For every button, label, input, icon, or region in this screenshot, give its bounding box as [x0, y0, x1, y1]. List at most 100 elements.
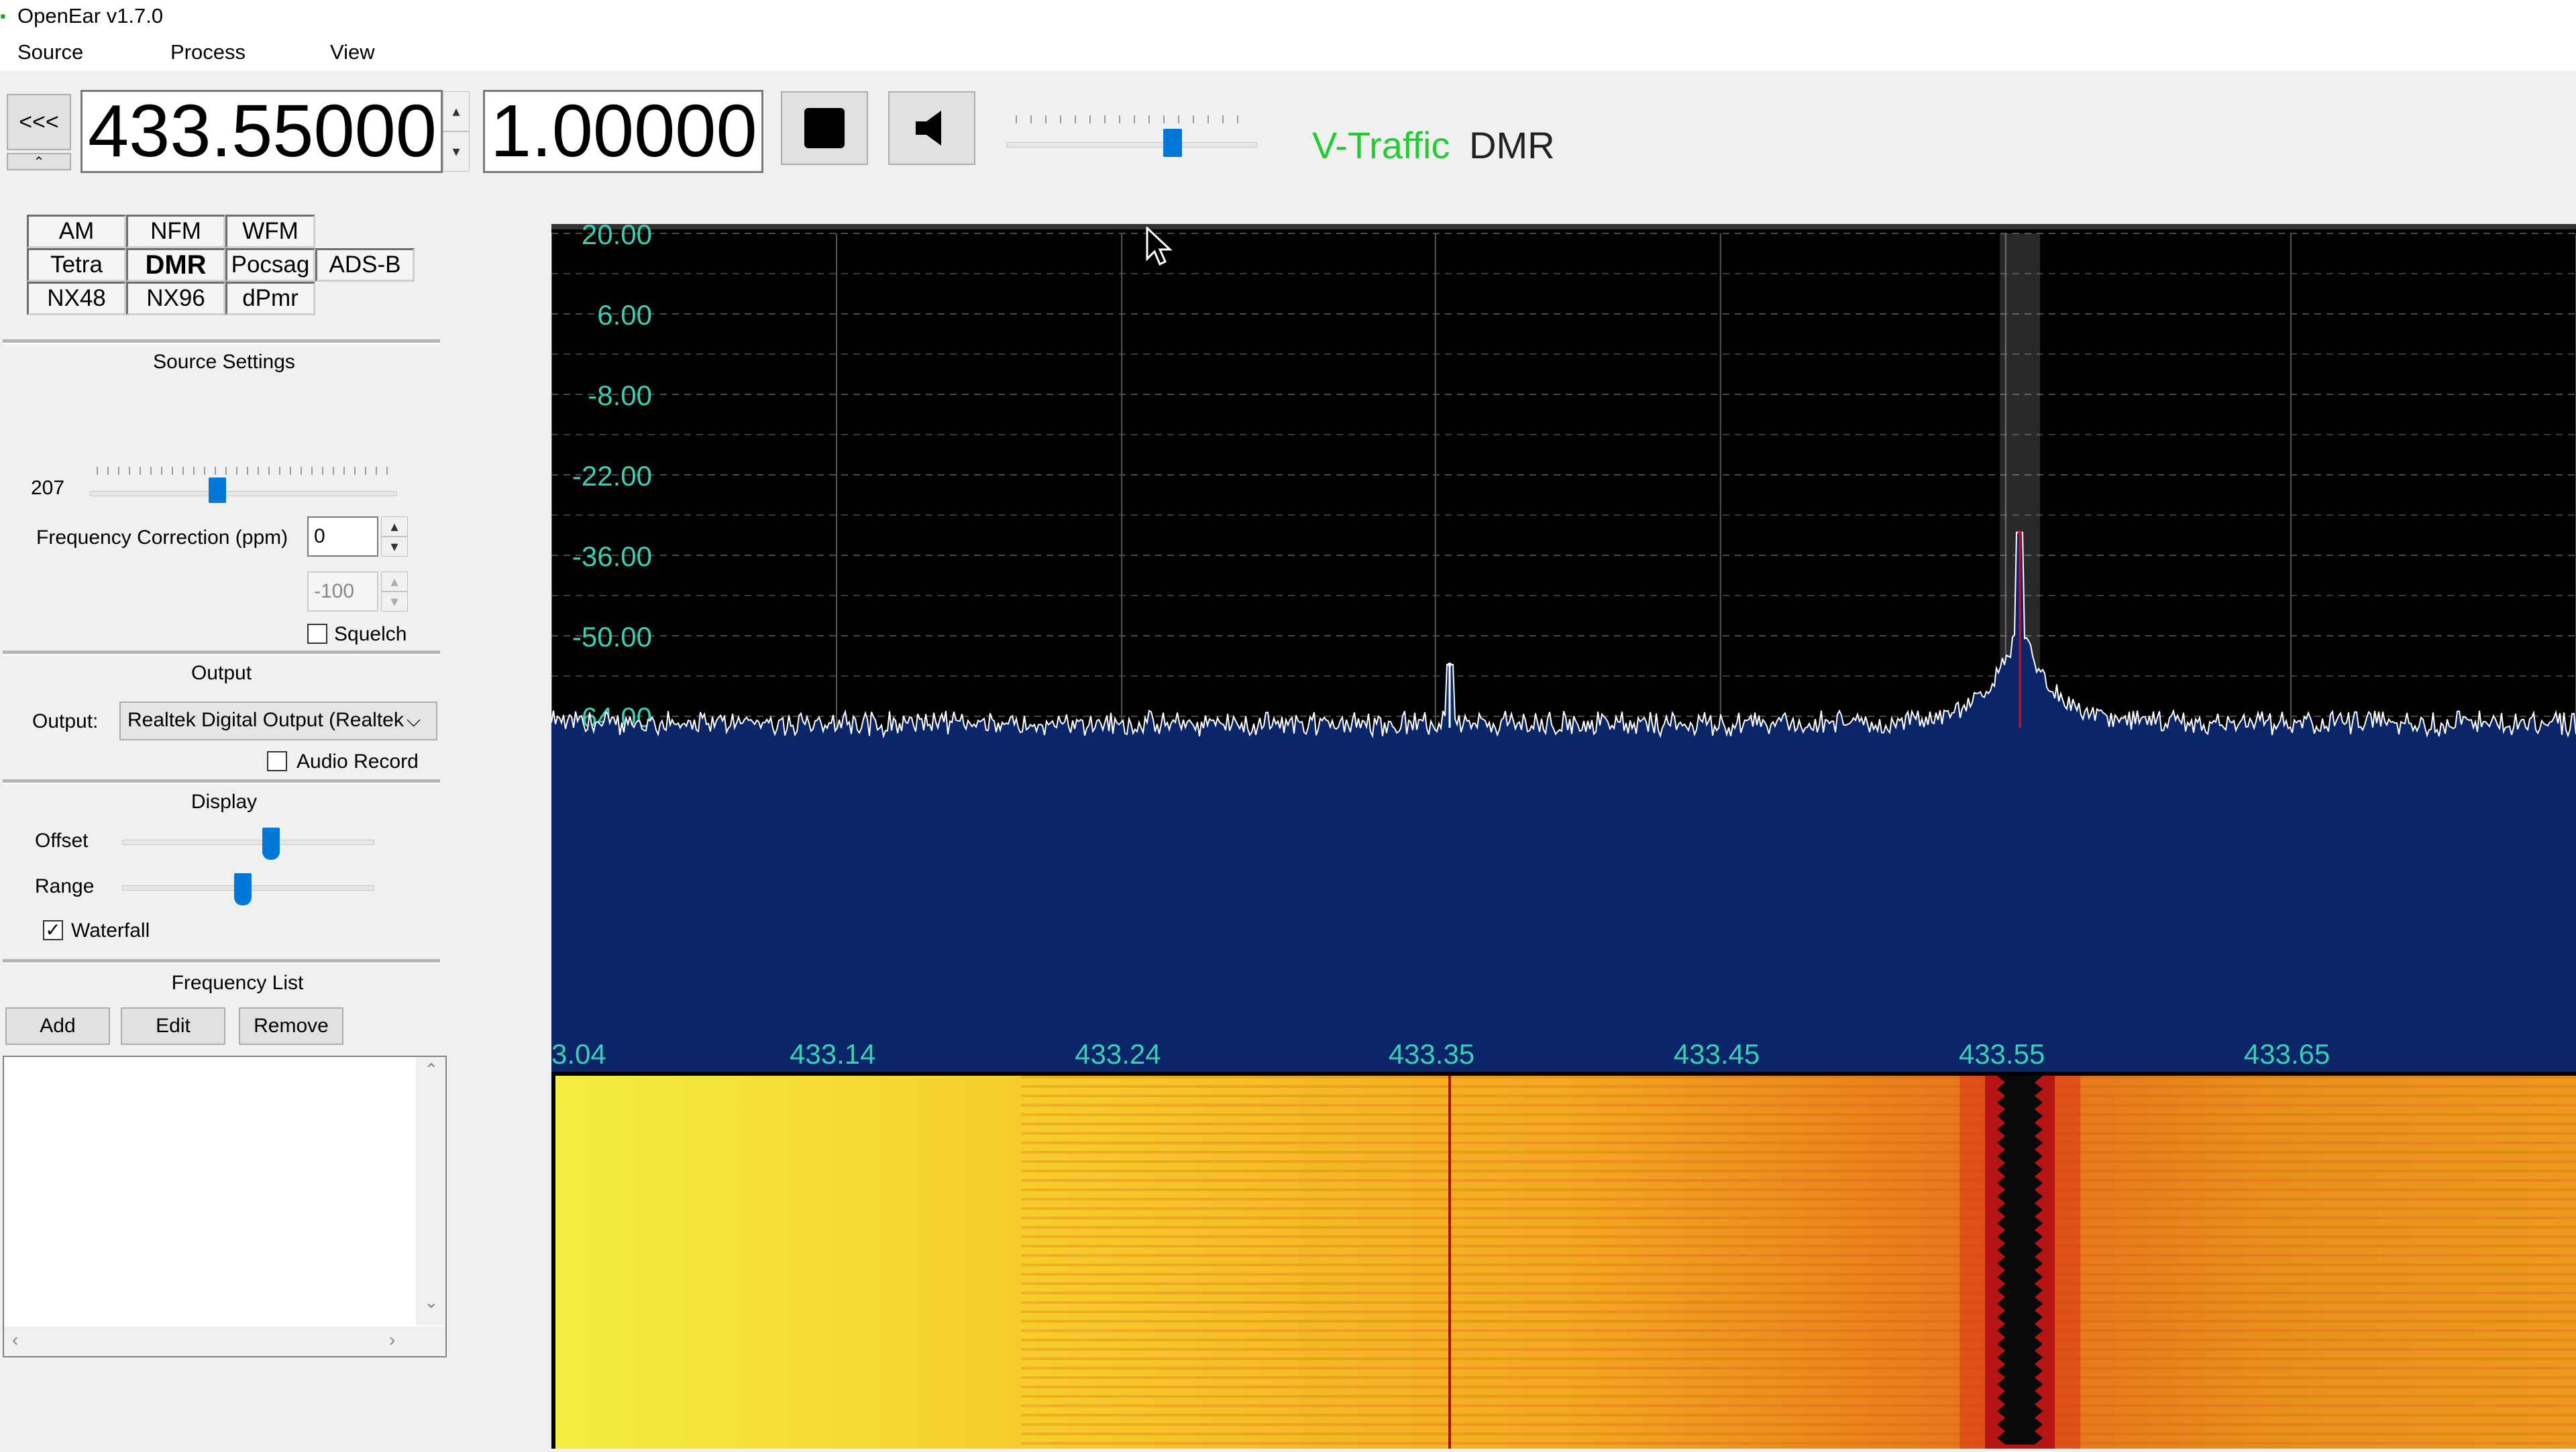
chevron-down-icon: ⌵ [407, 710, 421, 730]
range-slider[interactable] [122, 869, 377, 907]
freq-correction-input[interactable]: 0 [307, 516, 378, 557]
peak-point [2018, 530, 2023, 535]
gain-slider[interactable] [87, 463, 402, 503]
mode-nx96[interactable]: NX96 [126, 282, 225, 315]
waterfall-streak [1021, 1198, 2576, 1200]
y-tick-label: 6.00 [597, 299, 652, 331]
output-label: Output: [32, 710, 99, 732]
mouse-cursor-icon [1146, 227, 1173, 266]
volume-slider[interactable] [1006, 113, 1261, 160]
waterfall-streak [1021, 1264, 2576, 1266]
waterfall-display[interactable] [551, 1076, 2576, 1449]
volume-thumb[interactable] [1163, 129, 1182, 157]
scroll-down-icon[interactable]: ⌄ [424, 1292, 439, 1313]
x-tick-label: 433.24 [1075, 1038, 1161, 1070]
step-input[interactable]: 1.00000 [483, 90, 763, 173]
waterfall-streak [1021, 1132, 2576, 1135]
waterfall-checkbox[interactable]: ✓ [43, 920, 63, 940]
menu-process[interactable]: Process [170, 39, 246, 66]
waterfall-label: Waterfall [71, 919, 150, 942]
mode-nfm[interactable]: NFM [126, 215, 225, 248]
mode-dpmr[interactable]: dPmr [225, 282, 315, 315]
squelch-checkbox[interactable] [307, 624, 327, 644]
mode-tetra[interactable]: Tetra [27, 248, 126, 282]
waterfall-streak [1021, 1123, 2576, 1125]
mode-adsb[interactable]: ADS-B [315, 248, 415, 282]
output-device-select[interactable]: Realtek Digital Output (Realtek [119, 702, 437, 740]
spectrum-plot[interactable]: 20.006.00-8.00-22.00-36.00-50.00-64.00-7… [551, 219, 2576, 1076]
x-tick-label: 433.65 [2244, 1038, 2330, 1070]
x-tick-label: 433.55 [1959, 1038, 2045, 1070]
scroll-up-icon[interactable]: ⌃ [424, 1060, 439, 1080]
waterfall-streak [1021, 1320, 2576, 1323]
mode-pocsag[interactable]: Pocsag [225, 248, 315, 282]
spectrum-chart: 20.006.00-8.00-22.00-36.00-50.00-64.00-7… [551, 219, 2576, 1076]
waterfall-streak [1021, 1310, 2576, 1313]
collapse-button[interactable]: ⌃ [7, 153, 71, 170]
waterfall-streak [1021, 1433, 2576, 1435]
frequency-up-icon[interactable]: ▴ [443, 91, 470, 131]
back-button[interactable]: <<< [7, 94, 71, 150]
x-tick-label: 433.35 [1389, 1038, 1474, 1070]
edit-button[interactable]: Edit [121, 1007, 225, 1045]
mode-wfm[interactable]: WFM [225, 215, 315, 248]
waterfall-streak [1021, 1207, 2576, 1210]
display-title: Display [191, 791, 258, 813]
waterfall-streak [1021, 1235, 2576, 1238]
menu-bar [0, 34, 2576, 71]
waterfall-left-border [551, 1076, 555, 1449]
waterfall-streak [1021, 1329, 2576, 1332]
waterfall-streak [1021, 1339, 2576, 1341]
waterfall-streak [1021, 1404, 2576, 1407]
range-label: Range [35, 875, 95, 897]
waterfall-streak [1021, 1254, 2576, 1257]
y-tick-label: -36.00 [572, 541, 652, 572]
volume-ticks [1016, 115, 1250, 123]
freq-correction-up-icon[interactable]: ▴ [381, 516, 408, 537]
audio-record-checkbox[interactable] [267, 751, 287, 771]
x-tick-label: 433.14 [790, 1038, 875, 1070]
waterfall-streak [1021, 1141, 2576, 1144]
offset-thumb[interactable] [262, 828, 280, 860]
waterfall-carrier-weak [1448, 1076, 1451, 1449]
frequency-input[interactable]: 433.55000 [80, 90, 443, 173]
squelch-up-icon[interactable]: ▴ [381, 571, 408, 592]
frequency-down-icon[interactable]: ▾ [443, 131, 470, 172]
squelch-input[interactable]: -100 [307, 571, 378, 612]
stop-button[interactable] [781, 91, 868, 165]
horizontal-scrollbar[interactable]: ‹ › [4, 1327, 445, 1356]
waterfall-streak [1021, 1414, 2576, 1416]
menu-source[interactable]: Source [17, 39, 83, 66]
mode-dmr[interactable]: DMR [126, 248, 225, 282]
waterfall-streak [1021, 1273, 2576, 1276]
add-button[interactable]: Add [5, 1007, 110, 1045]
waterfall-streak [1021, 1095, 2576, 1097]
gain-track [90, 491, 397, 496]
volume-track [1006, 142, 1257, 148]
scroll-left-icon[interactable]: ‹ [12, 1329, 18, 1351]
mode-am[interactable]: AM [27, 215, 126, 248]
source-settings-title: Source Settings [153, 351, 295, 373]
mode-nx48[interactable]: NX48 [27, 282, 126, 315]
range-thumb[interactable] [234, 873, 252, 905]
x-tick-label: 433.45 [1674, 1038, 1760, 1070]
remove-button[interactable]: Remove [239, 1007, 343, 1045]
mute-button[interactable] [888, 91, 975, 165]
waterfall-streak [1021, 1217, 2576, 1219]
waterfall-streak [1021, 1113, 2576, 1116]
menu-view[interactable]: View [330, 39, 375, 66]
separator [3, 651, 440, 655]
waterfall-background [551, 1076, 2576, 1449]
waterfall-streak [1021, 1348, 2576, 1351]
separator [3, 959, 440, 964]
vertical-scrollbar[interactable]: ⌃ ⌄ [416, 1057, 445, 1325]
offset-slider[interactable] [122, 824, 377, 861]
waterfall-streak [1021, 1357, 2576, 1360]
gain-ticks [97, 467, 392, 475]
squelch-down-icon[interactable]: ▾ [381, 592, 408, 612]
gain-thumb[interactable] [209, 478, 226, 503]
frequency-list-title: Frequency List [171, 972, 304, 994]
scroll-right-icon[interactable]: › [389, 1329, 395, 1351]
freq-correction-down-icon[interactable]: ▾ [381, 537, 408, 557]
frequency-list[interactable]: ⌃ ⌄ ‹ › [3, 1056, 447, 1357]
